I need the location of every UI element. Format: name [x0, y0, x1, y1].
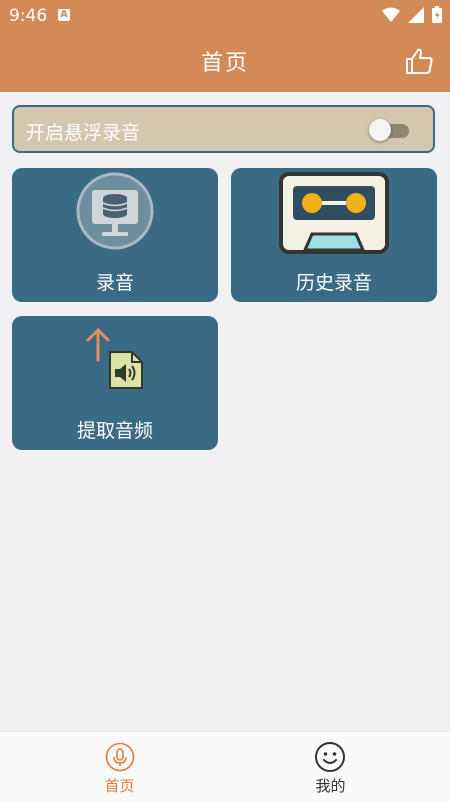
history-card[interactable]: 历史录音: [231, 168, 437, 302]
bottom-tab-bar: 首页 我的: [0, 731, 450, 802]
float-recording-switch[interactable]: [369, 119, 409, 141]
tab-mine-label: 我的: [315, 777, 346, 795]
status-icons: [382, 6, 442, 23]
tab-home-label: 首页: [104, 777, 135, 795]
signal-icon: [408, 6, 424, 23]
battery-icon: [432, 6, 442, 23]
status-time: 9:46: [9, 6, 48, 26]
extract-audio-card[interactable]: 提取音频: [12, 316, 218, 450]
page-title: 首页: [200, 51, 249, 76]
extract-audio-card-label: 提取音频: [76, 420, 153, 442]
microphone-icon: [105, 742, 135, 772]
wifi-icon: [382, 7, 400, 22]
tab-home[interactable]: 首页: [7, 732, 232, 802]
recorder-icon: [76, 172, 154, 250]
tab-mine[interactable]: 我的: [218, 732, 443, 802]
float-recording-label: 开启悬浮录音: [26, 122, 141, 144]
history-card-label: 历史录音: [295, 272, 372, 294]
smiley-icon: [315, 742, 345, 772]
app-header: 9:46 A 首页: [0, 0, 450, 92]
cassette-icon: [279, 172, 389, 254]
thumbs-up-icon[interactable]: [404, 46, 434, 76]
switch-knob: [369, 119, 391, 141]
float-recording-toggle-row[interactable]: 开启悬浮录音: [12, 105, 435, 153]
notification-icon: A: [58, 9, 70, 21]
status-bar: 9:46 A: [0, 0, 450, 32]
extract-audio-icon: [86, 327, 143, 389]
record-card[interactable]: 录音: [12, 168, 218, 302]
record-card-label: 录音: [95, 272, 134, 294]
